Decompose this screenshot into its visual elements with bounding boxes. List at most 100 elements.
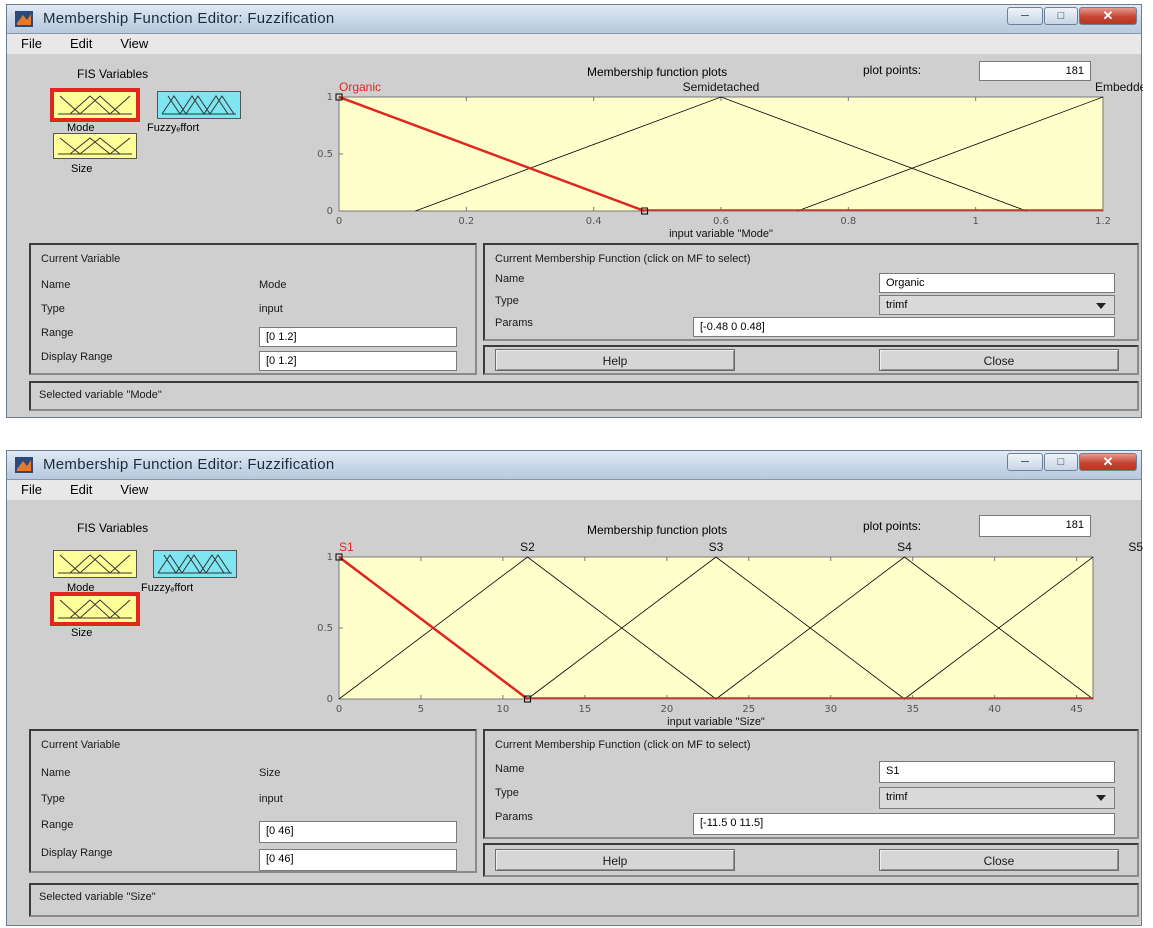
plot-title: Membership function plots xyxy=(587,523,728,537)
plot-points-input[interactable]: 181 xyxy=(979,515,1091,537)
close-window-button[interactable]: ✕ xyxy=(1079,453,1137,471)
help-button[interactable]: Help xyxy=(495,849,735,871)
mf-params-input[interactable]: [-11.5 0 11.5] xyxy=(693,813,1115,835)
type-label: Type xyxy=(41,793,65,805)
x-tick-label: 30 xyxy=(824,704,837,715)
minimize-button[interactable]: ─ xyxy=(1007,453,1043,471)
variable-size-box[interactable] xyxy=(53,133,137,159)
current-mf-panel: Current Membership Function (click on MF… xyxy=(483,243,1139,341)
variable-size-box[interactable] xyxy=(50,592,140,626)
mf-editor-window-mode: Membership Function Editor: Fuzzificatio… xyxy=(6,4,1143,418)
help-button[interactable]: Help xyxy=(495,349,735,371)
variable-fuzzy-effort-box[interactable] xyxy=(157,91,241,119)
menu-file[interactable]: File xyxy=(21,480,42,500)
y-tick-label: 0 xyxy=(327,694,333,705)
type-label: Type xyxy=(41,303,65,315)
range-input[interactable]: [0 46] xyxy=(259,821,457,843)
mf-label-semidetached: Semidetached xyxy=(683,81,760,94)
maximize-button[interactable]: □ xyxy=(1044,453,1078,471)
variable-mode-box[interactable] xyxy=(53,550,137,578)
mf-glyph-icon xyxy=(58,554,132,574)
variable-mode-box[interactable] xyxy=(50,88,140,122)
mf-name-label: Name xyxy=(495,763,525,775)
name-value: Mode xyxy=(259,279,287,291)
mf-label-organic: Organic xyxy=(339,81,381,94)
title-bar[interactable]: Membership Function Editor: Fuzzificatio… xyxy=(7,5,1141,34)
menu-view[interactable]: View xyxy=(120,34,148,54)
mf-label-s4: S4 xyxy=(897,540,912,554)
fis-variables-label: FIS Variables xyxy=(77,521,149,535)
display-range-label: Display Range xyxy=(41,351,113,363)
close-window-button[interactable]: ✕ xyxy=(1079,7,1137,25)
maximize-button[interactable]: □ xyxy=(1044,7,1078,25)
current-mf-header: Current Membership Function (click on MF… xyxy=(495,253,751,265)
range-input[interactable]: [0 1.2] xyxy=(259,327,457,347)
button-panel: Help Close xyxy=(483,843,1139,877)
mf-type-label: Type xyxy=(495,295,519,307)
mf-name-input[interactable]: Organic xyxy=(879,273,1115,293)
current-variable-header: Current Variable xyxy=(41,253,121,265)
variable-fuzzy-effort-box[interactable] xyxy=(153,550,237,578)
plot-points-input[interactable]: 181 xyxy=(979,61,1091,81)
display-range-input[interactable]: [0 46] xyxy=(259,849,457,871)
mf-glyph-icon xyxy=(58,137,132,155)
y-tick-label: 1 xyxy=(327,552,333,563)
mf-glyph-icon xyxy=(58,599,132,619)
matlab-icon xyxy=(15,11,33,27)
x-tick-label: 1 xyxy=(972,216,978,227)
menu-edit[interactable]: Edit xyxy=(70,34,92,54)
mf-type-label: Type xyxy=(495,787,519,799)
mf-type-dropdown[interactable]: trimf xyxy=(879,295,1115,315)
mf-name-label: Name xyxy=(495,273,525,285)
mf-plot[interactable]: 0 0.5 1 0 0.2 0.4 0.6 0.8 1 1.2 input variable "Mo… xyxy=(277,81,1143,241)
x-axis-label: input variable "Size" xyxy=(667,716,765,728)
title-bar[interactable]: Membership Function Editor: Fuzzificatio… xyxy=(7,451,1141,480)
display-range-input[interactable]: [0 1.2] xyxy=(259,351,457,371)
name-value: Size xyxy=(259,767,281,779)
button-panel: Help Close xyxy=(483,345,1139,375)
variable-mode-label: Mode xyxy=(67,582,95,594)
name-label: Name xyxy=(41,767,71,779)
mf-type-dropdown[interactable]: trimf xyxy=(879,787,1115,809)
current-mf-header: Current Membership Function (click on MF… xyxy=(495,739,751,751)
fis-variables-label: FIS Variables xyxy=(77,67,149,81)
type-value: input xyxy=(259,303,283,315)
menu-file[interactable]: File xyxy=(21,34,42,54)
mf-plot[interactable]: 00.510 5 10 15 20 25 30 35 40 45input variable "S… xyxy=(277,537,1143,733)
mf-label-s5: S5 xyxy=(1128,540,1143,554)
minimize-button[interactable]: ─ xyxy=(1007,7,1043,25)
menu-view[interactable]: View xyxy=(120,480,148,500)
x-tick-label: 40 xyxy=(988,704,1001,715)
mf-label-embedded: Embedded xyxy=(1095,81,1143,94)
plot-area xyxy=(338,96,1104,212)
x-tick-label: 0.8 xyxy=(840,216,856,227)
window-title: Membership Function Editor: Fuzzificatio… xyxy=(43,456,335,473)
y-tick-label: 0.5 xyxy=(317,623,333,634)
display-range-label: Display Range xyxy=(41,847,113,859)
plot-title: Membership function plots xyxy=(587,65,728,79)
mf-name-input[interactable]: S1 xyxy=(879,761,1115,783)
matlab-icon xyxy=(15,457,33,473)
x-tick-label: 5 xyxy=(418,704,424,715)
x-tick-label: 0.4 xyxy=(586,216,602,227)
x-axis-label: input variable "Mode" xyxy=(669,228,773,240)
x-tick-label: 45 xyxy=(1070,704,1083,715)
plot-points-label: plot points: xyxy=(863,63,922,77)
mf-glyph-icon xyxy=(157,554,232,574)
x-tick-label: 1.2 xyxy=(1095,216,1111,227)
type-value: input xyxy=(259,793,283,805)
mf-params-input[interactable]: [-0.48 0 0.48] xyxy=(693,317,1115,337)
range-label: Range xyxy=(41,327,74,339)
x-tick-label: 15 xyxy=(579,704,592,715)
y-tick-label: 0.5 xyxy=(317,149,333,160)
current-variable-panel: Current Variable Name Mode Type input Ra… xyxy=(29,243,477,375)
chevron-down-icon xyxy=(1096,303,1106,309)
mf-glyph-icon xyxy=(161,95,236,115)
plot-area xyxy=(338,556,1094,700)
close-button[interactable]: Close xyxy=(879,349,1119,371)
mf-glyph-icon xyxy=(58,95,132,115)
mf-params-label: Params xyxy=(495,811,533,823)
close-button[interactable]: Close xyxy=(879,849,1119,871)
menu-edit[interactable]: Edit xyxy=(70,480,92,500)
mf-label-s2: S2 xyxy=(520,540,535,554)
